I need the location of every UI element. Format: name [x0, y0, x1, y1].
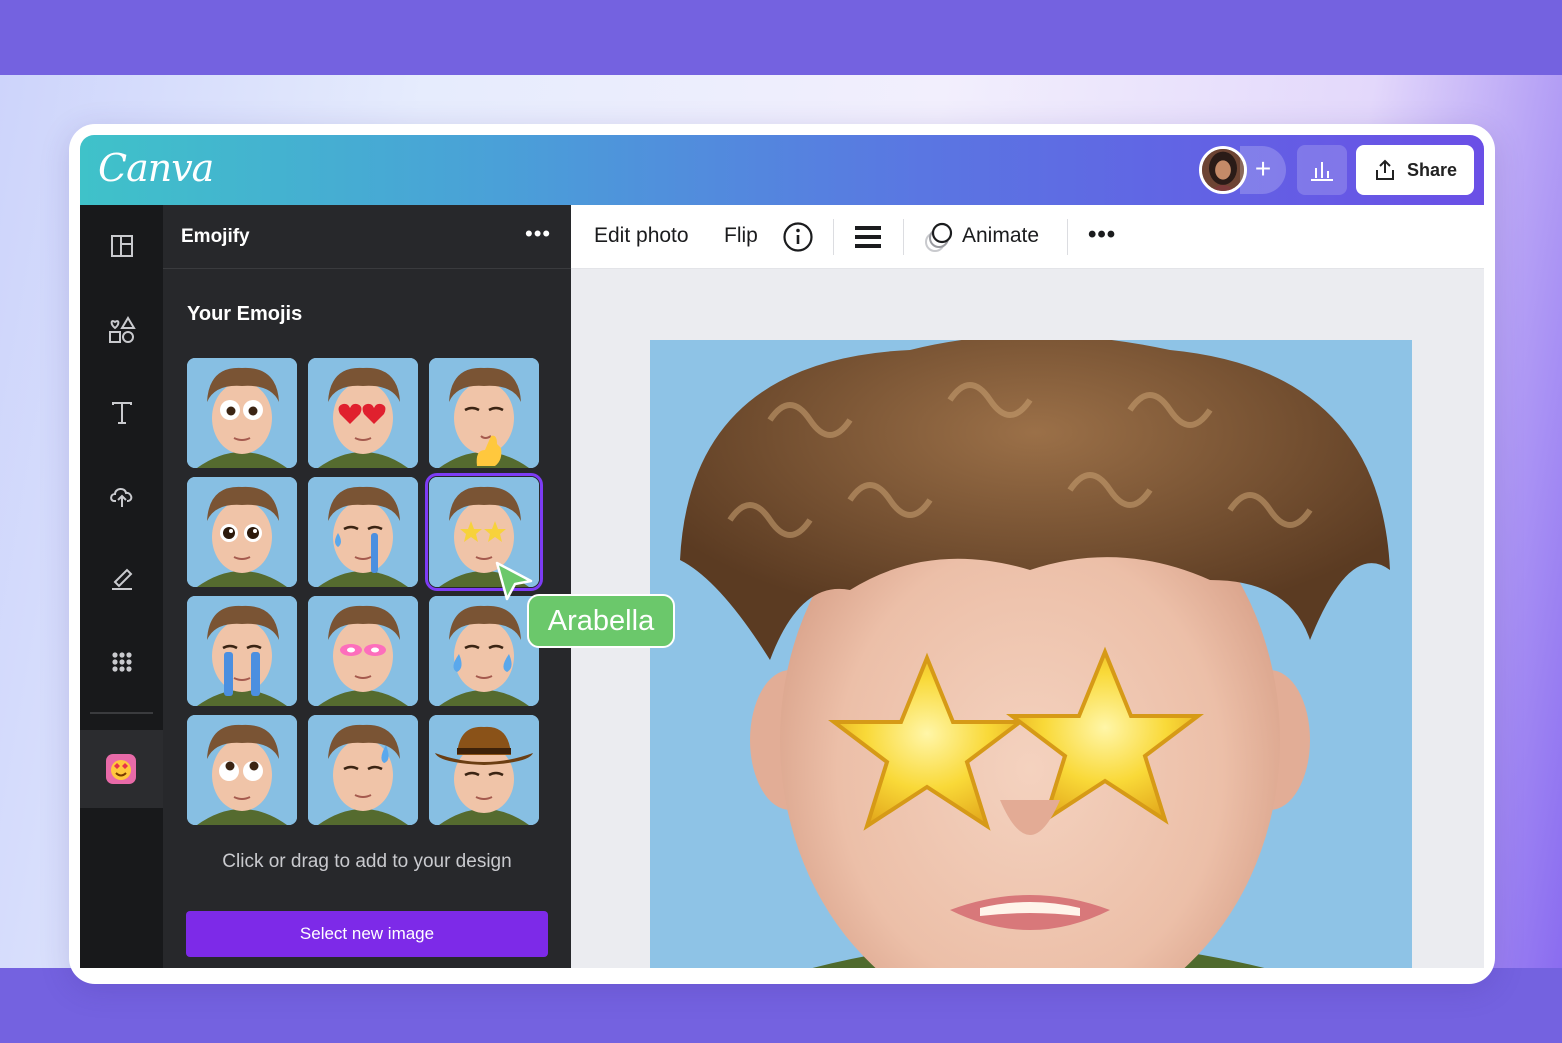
toolbar-separator [903, 219, 904, 255]
share-upload-icon [1375, 159, 1394, 180]
text-icon [111, 402, 132, 424]
panel-title: Emojify [181, 226, 250, 247]
emoji-thumb-glowing-eyes[interactable] [308, 596, 418, 706]
emoji-thumb-googly-eyes[interactable] [187, 358, 297, 468]
collaborator-cursor-icon [495, 561, 533, 601]
panel-hint-text: Click or drag to add to your design [222, 851, 512, 872]
design-canvas [571, 269, 1484, 968]
rail-item-text[interactable] [80, 383, 163, 443]
emoji-thumb-tears[interactable] [308, 477, 418, 587]
rail-item-draw[interactable] [80, 549, 163, 609]
position-icon[interactable] [854, 224, 882, 250]
rail-divider [90, 712, 153, 714]
section-title: Your Emojis [187, 303, 303, 325]
insights-button[interactable] [1297, 145, 1347, 195]
draw-icon [111, 568, 132, 590]
rail-item-uploads[interactable] [80, 466, 163, 526]
emoji-thumb-crying-streams[interactable] [187, 596, 297, 706]
emoji-thumb-cowboy-hat[interactable] [429, 715, 539, 825]
canva-logo[interactable]: Canva [98, 146, 214, 190]
emojify-app-icon [106, 754, 136, 784]
share-button[interactable]: Share [1356, 145, 1474, 195]
animate-button[interactable]: Animate [962, 224, 1039, 248]
background-band-top [0, 0, 1562, 75]
bar-chart-icon [1311, 162, 1333, 181]
toolbar-separator [1067, 219, 1068, 255]
cloud-upload-icon [109, 488, 132, 507]
panel-header: Emojify ••• [163, 205, 571, 269]
shapes-icon [108, 316, 136, 343]
panel-more-button[interactable]: ••• [525, 221, 551, 247]
rail-item-design[interactable] [80, 216, 163, 276]
layout-icon [110, 235, 133, 257]
rail-item-emojify[interactable] [80, 730, 163, 808]
rail-item-elements[interactable] [80, 300, 163, 360]
emoji-thumb-sweat-drops[interactable] [429, 596, 539, 706]
side-rail [80, 205, 163, 968]
emoji-thumb-heart-eyes[interactable] [308, 358, 418, 468]
flip-button[interactable]: Flip [724, 224, 758, 248]
apps-grid-icon [111, 652, 132, 672]
info-icon[interactable] [782, 221, 814, 253]
emoji-thumb-rolling-eyes[interactable] [187, 715, 297, 825]
collaborator-name-tag: Arabella [527, 594, 675, 648]
rail-item-apps[interactable] [80, 632, 163, 692]
emoji-thumb-big-eyes[interactable] [187, 477, 297, 587]
select-new-image-button[interactable]: Select new image [186, 911, 548, 957]
emoji-thumb-sweat-drop[interactable] [308, 715, 418, 825]
animate-icon[interactable] [923, 220, 955, 254]
editor-toolbar: Edit photo Flip Animate ••• [571, 205, 1484, 269]
edit-photo-button[interactable]: Edit photo [594, 224, 689, 248]
add-collaborator-button[interactable]: + [1240, 146, 1286, 194]
emoji-thumb-thumbs-up[interactable] [429, 358, 539, 468]
toolbar-more-button[interactable]: ••• [1088, 221, 1116, 249]
share-label: Share [1406, 159, 1458, 180]
toolbar-separator [833, 219, 834, 255]
design-photo[interactable] [650, 340, 1412, 968]
